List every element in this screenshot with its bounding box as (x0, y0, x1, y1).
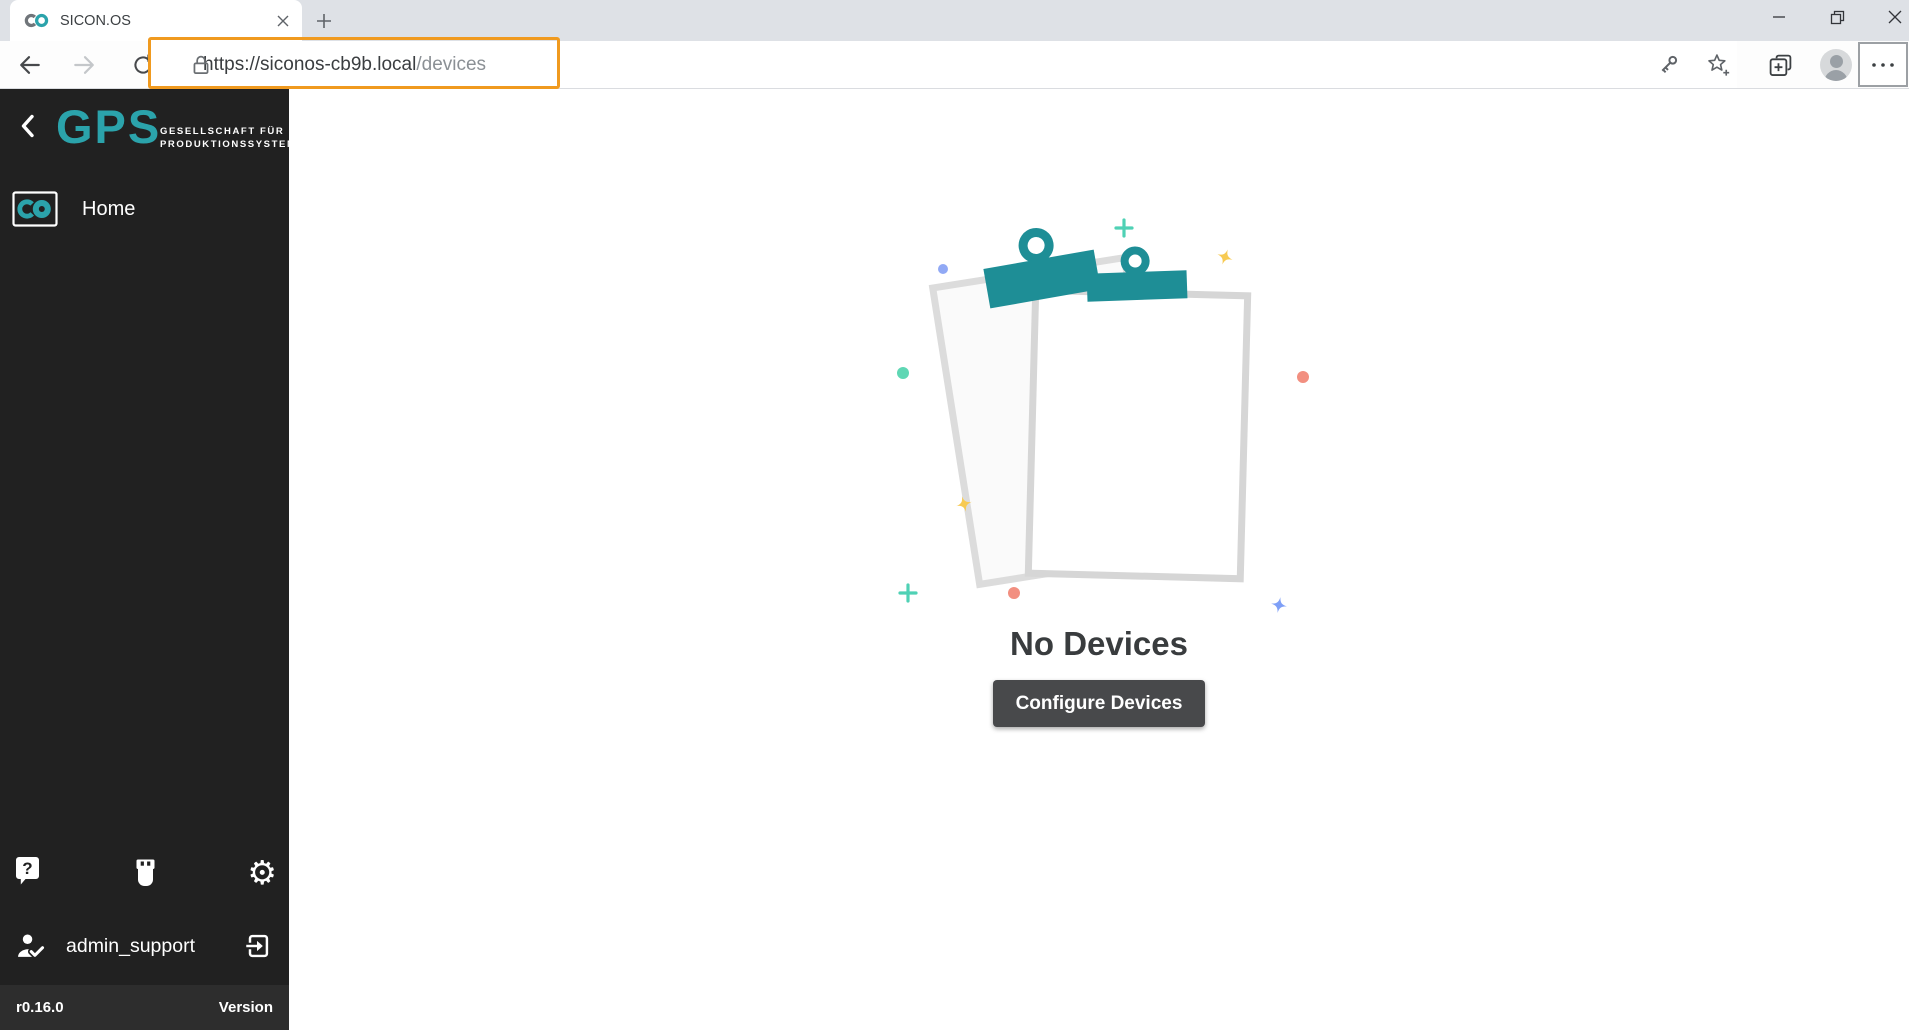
sidebar-user-row[interactable]: admin_support (0, 919, 289, 973)
version-bar: r0.16.0 Version (0, 985, 289, 1030)
forward-button[interactable] (70, 50, 100, 80)
configure-devices-button[interactable]: Configure Devices (993, 680, 1206, 727)
new-tab-button[interactable] (313, 10, 335, 32)
window-minimize-button[interactable] (1764, 3, 1794, 31)
key-icon (1655, 52, 1681, 78)
no-devices-illustration (819, 201, 1379, 621)
address-bar[interactable]: https://siconos-cb9b.local/devices (151, 41, 1737, 88)
logout-icon (243, 932, 271, 960)
gps-logo: GPS (56, 103, 161, 150)
sidebar-item-label: Home (82, 198, 135, 221)
svg-text:?: ? (22, 859, 32, 878)
browser-toolbar: https://siconos-cb9b.local/devices (0, 41, 1909, 89)
tab-title: SICON.OS (60, 13, 272, 29)
avatar (1820, 49, 1852, 81)
url-text: https://siconos-cb9b.local/devices (203, 54, 486, 76)
usb-device-button[interactable] (132, 858, 159, 887)
main-content: No Devices Configure Devices (289, 89, 1909, 1030)
collections-icon (1767, 52, 1794, 79)
confetti-dot (1297, 371, 1309, 383)
confetti-plus (900, 585, 916, 601)
sidebar-item-home[interactable]: Home (0, 189, 289, 229)
tab-close-icon[interactable] (272, 10, 294, 32)
add-favorite-button[interactable] (1703, 50, 1733, 80)
confetti-dot (1008, 587, 1020, 599)
saved-passwords-button[interactable] (1653, 50, 1683, 80)
back-button[interactable] (14, 50, 44, 80)
tab-strip: SICON.OS (0, 0, 1909, 41)
window-close-button[interactable] (1880, 3, 1909, 31)
empty-state: No Devices Configure Devices (289, 201, 1909, 727)
version-value: r0.16.0 (16, 999, 64, 1016)
empty-state-title: No Devices (1010, 625, 1188, 663)
url-domain: https://siconos-cb9b.local (203, 54, 416, 75)
username-label: admin_support (66, 935, 243, 958)
ellipsis-icon (1870, 61, 1896, 69)
settings-gear-button[interactable]: ⚙ (247, 856, 277, 889)
window-restore-button[interactable] (1822, 3, 1852, 31)
help-icon: ? (12, 855, 43, 889)
forward-arrow-icon (72, 52, 98, 78)
confetti-sparkle (1270, 596, 1289, 615)
url-path: /devices (416, 54, 486, 75)
chevron-left-icon (16, 113, 40, 139)
sidebar: GPS GESELLSCHAFT FÜR PRODUKTIONSSYSTEME … (0, 89, 289, 1030)
confetti-dot (897, 367, 909, 379)
home-siconos-icon (12, 191, 58, 227)
version-label: Version (219, 999, 273, 1016)
gear-icon: ⚙ (247, 856, 277, 889)
profile-button[interactable] (1819, 48, 1853, 82)
gps-logo-subtitle: GESELLSCHAFT FÜR PRODUKTIONSSYSTEME (160, 125, 304, 151)
back-arrow-icon (16, 52, 42, 78)
confetti-sparkle (1215, 247, 1236, 268)
usb-icon (132, 858, 159, 887)
user-verified-icon (16, 933, 46, 960)
collections-button[interactable] (1765, 50, 1795, 80)
siconos-favicon (24, 12, 50, 29)
star-plus-icon (1705, 52, 1731, 78)
sidebar-tools: ? ⚙ (0, 852, 289, 892)
confetti-plus (1116, 220, 1132, 236)
logout-button[interactable] (243, 932, 271, 960)
sidebar-collapse-button[interactable] (14, 111, 42, 141)
settings-menu-button[interactable] (1858, 42, 1908, 87)
https-lock-icon[interactable] (189, 53, 213, 77)
browser-tab[interactable]: SICON.OS (10, 0, 302, 41)
confetti-dot (938, 264, 948, 274)
help-button[interactable]: ? (12, 855, 43, 889)
